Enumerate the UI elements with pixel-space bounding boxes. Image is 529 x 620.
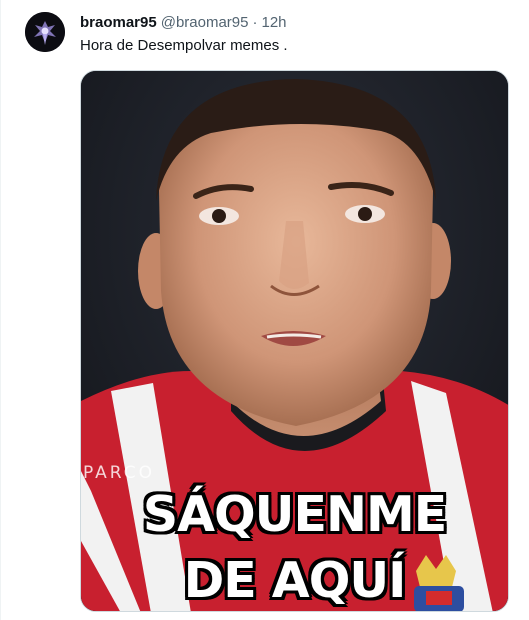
tweet-media-image[interactable]: PARCO SÁQUENME DE AQUÍ	[80, 70, 509, 612]
meme-caption-line2: DE AQUÍ	[183, 552, 407, 609]
meme-caption-line1: SÁQUENME	[142, 486, 447, 543]
avatar-purple-figure-icon	[25, 12, 65, 52]
author-handle[interactable]: @braomar95	[161, 13, 249, 33]
tweet-text: Hora de Desempolvar memes .	[80, 37, 288, 54]
avatar[interactable]	[25, 12, 65, 52]
tweet-header: braomar95 @braomar95 · 12h	[80, 13, 287, 33]
tweet-timestamp[interactable]: 12h	[262, 13, 287, 33]
watermark-text: PARCO	[83, 463, 156, 483]
tweet: braomar95 @braomar95 · 12h Hora de Desem…	[0, 0, 529, 620]
author-display-name[interactable]: braomar95	[80, 13, 157, 33]
separator-dot: ·	[252, 14, 258, 31]
